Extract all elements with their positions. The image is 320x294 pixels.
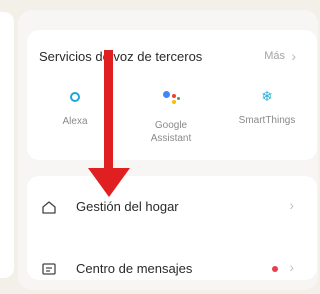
chevron-right-icon: › xyxy=(289,197,294,213)
smartthings-icon: ❄ xyxy=(261,88,273,104)
service-google-assistant[interactable]: Google Assistant xyxy=(131,88,211,145)
unread-badge xyxy=(272,266,278,272)
side-card xyxy=(0,12,14,278)
service-label: Alexa xyxy=(62,116,88,127)
voice-services-title: Servicios de voz de terceros xyxy=(39,49,203,64)
menu-item-label: Gestión del hogar xyxy=(76,199,179,214)
service-alexa[interactable]: Alexa xyxy=(35,88,115,128)
alexa-icon xyxy=(70,92,80,102)
more-link[interactable]: Más xyxy=(264,50,285,62)
google-assistant-icon xyxy=(162,90,180,106)
service-label: SmartThings xyxy=(238,115,296,126)
menu-item-message-center[interactable]: Centro de mensajes › xyxy=(27,244,317,294)
menu-item-label: Centro de mensajes xyxy=(76,261,193,276)
home-icon xyxy=(42,201,56,214)
service-label: Google Assistant xyxy=(150,120,192,144)
chevron-right-icon[interactable]: › xyxy=(291,48,296,64)
message-icon xyxy=(42,263,56,275)
menu-card: Gestión del hogar › Centro de mensajes › xyxy=(27,176,317,280)
service-smartthings[interactable]: ❄ SmartThings xyxy=(227,88,307,127)
chevron-right-icon: › xyxy=(289,259,294,275)
voice-services-card: Servicios de voz de terceros Más › Alexa… xyxy=(27,30,317,160)
menu-item-home-management[interactable]: Gestión del hogar › xyxy=(27,182,317,232)
